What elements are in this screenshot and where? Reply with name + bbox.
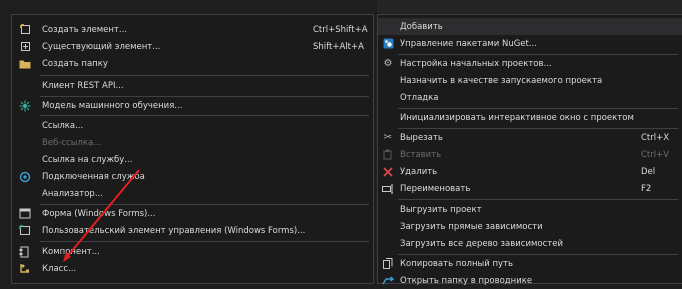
menu-item-unload-project[interactable]: Выгрузить проект (378, 201, 682, 218)
connected-service-icon (18, 170, 32, 184)
copy-path-icon (381, 257, 395, 271)
menu-item-interactive-window[interactable]: Инициализировать интерактивное окно с пр… (378, 109, 682, 126)
menu-item-label: Загрузить все дерево зависимостей (400, 238, 563, 249)
separator (40, 115, 369, 116)
menu-item-manage-nuget[interactable]: Управление пакетами NuGet... (378, 35, 682, 52)
menu-item-component[interactable]: Компонент... (12, 243, 373, 260)
menu-item-load-direct-deps[interactable]: Загрузить прямые зависимости (378, 218, 682, 235)
menu-item-service-reference[interactable]: Ссылка на службу... (12, 151, 373, 168)
menu-item-existing-item[interactable]: Существующий элемент... Shift+Alt+A (12, 38, 373, 55)
menu-item-new-item[interactable]: Создать элемент... Ctrl+Shift+A (12, 21, 373, 38)
menu-item-shortcut: Shift+Alt+A (313, 41, 364, 52)
menu-item-shortcut: F2 (641, 183, 652, 194)
separator (40, 241, 369, 242)
menu-item-add[interactable]: Добавить (378, 18, 682, 35)
menu-item-shortcut: Ctrl+Shift+A (313, 24, 368, 35)
open-folder-icon (381, 274, 395, 288)
component-icon (18, 245, 32, 259)
gear-icon: ⚙ (383, 58, 393, 69)
ml-model-icon (18, 99, 32, 113)
add-submenu: Создать элемент... Ctrl+Shift+A Существу… (11, 14, 374, 284)
menu-item-label: Добавить (400, 21, 443, 32)
nuget-icon (381, 37, 395, 51)
menu-item-label: Компонент... (42, 246, 100, 257)
menu-item-reference[interactable]: Ссылка... (12, 117, 373, 134)
menu-item-ml-model[interactable]: Модель машинного обучения... (12, 97, 373, 114)
menu-item-load-all-deps[interactable]: Загрузить все дерево зависимостей (378, 235, 682, 252)
menu-item-user-control[interactable]: Пользовательский элемент управления (Win… (12, 222, 373, 239)
menu-item-shortcut: Del (641, 166, 656, 177)
separator (40, 75, 369, 76)
menu-item-analyzer[interactable]: Анализатор... (12, 185, 373, 202)
menu-item-open-in-explorer[interactable]: Открыть папку в проводнике (378, 272, 682, 289)
project-context-menu: Добавить Управление пакетами NuGet... ⚙ … (377, 14, 682, 286)
menu-item-label: Выгрузить проект (400, 204, 482, 215)
menu-item-copy-full-path[interactable]: Копировать полный путь (378, 255, 682, 272)
folder-icon (18, 57, 32, 71)
menu-item-windows-form[interactable]: Форма (Windows Forms)... (12, 205, 373, 222)
menu-item-label: Ссылка на службу... (42, 154, 133, 165)
class-icon (18, 262, 32, 276)
menu-item-label: Открыть папку в проводнике (400, 275, 533, 286)
menu-item-connected-service[interactable]: Подключенная служба (12, 168, 373, 185)
menu-item-label: Ссылка... (42, 120, 84, 131)
menu-item-set-startup[interactable]: Назначить в качестве запускаемого проект… (378, 72, 682, 89)
menu-item-label: Инициализировать интерактивное окно с пр… (400, 112, 634, 123)
menu-item-label: Форма (Windows Forms)... (42, 208, 156, 219)
menu-item-web-reference[interactable]: Веб-ссылка... (12, 134, 373, 151)
menu-item-label: Подключенная служба (42, 171, 145, 182)
menu-item-cut[interactable]: ✂ Вырезать Ctrl+X (378, 129, 682, 146)
menu-item-label: Анализатор... (42, 188, 103, 199)
menu-item-label: Загрузить прямые зависимости (400, 221, 543, 232)
menu-item-shortcut: Ctrl+V (641, 149, 670, 160)
menu-item-debug[interactable]: Отладка (378, 89, 682, 106)
menu-item-shortcut: Ctrl+X (641, 132, 670, 143)
menu-item-label: Класс... (42, 263, 77, 274)
new-item-icon (18, 23, 32, 37)
menu-item-class[interactable]: Класс... (12, 260, 373, 277)
menu-item-label: Создать папку (42, 58, 108, 69)
menu-item-label: Копировать полный путь (400, 258, 514, 269)
user-control-icon (18, 224, 32, 238)
menu-item-rename[interactable]: Переименовать F2 (378, 180, 682, 197)
menu-item-label: Отладка (400, 92, 439, 103)
menu-item-label: Веб-ссылка... (42, 137, 102, 148)
left-gutter (0, 0, 11, 278)
top-strip (377, 0, 682, 13)
menu-item-label: Назначить в качестве запускаемого проект… (400, 75, 603, 86)
rename-icon (381, 182, 395, 196)
menu-item-delete[interactable]: Удалить Del (378, 163, 682, 180)
menu-item-label: Существующий элемент... (42, 41, 161, 52)
menu-item-label: Создать элемент... (42, 24, 127, 35)
delete-icon (381, 165, 395, 179)
existing-item-icon (18, 40, 32, 54)
form-icon (18, 207, 32, 221)
paste-icon (381, 148, 395, 162)
menu-item-label: Переименовать (400, 183, 471, 194)
menu-item-label: Удалить (400, 166, 438, 177)
menu-item-label: Клиент REST API... (42, 80, 124, 91)
menu-item-label: Настройка начальных проектов... (400, 58, 552, 69)
menu-item-paste[interactable]: Вставить Ctrl+V (378, 146, 682, 163)
menu-item-rest-api-client[interactable]: Клиент REST API... (12, 77, 373, 94)
menu-item-startup-projects[interactable]: ⚙ Настройка начальных проектов... (378, 55, 682, 72)
menu-item-label: Вставить (400, 149, 442, 160)
menu-item-label: Пользовательский элемент управления (Win… (42, 225, 306, 236)
menu-item-label: Управление пакетами NuGet... (400, 38, 537, 49)
menu-item-new-folder[interactable]: Создать папку (12, 55, 373, 72)
menu-item-label: Модель машинного обучения... (42, 100, 183, 111)
menu-item-label: Вырезать (400, 132, 443, 143)
scissors-icon: ✂ (383, 132, 393, 143)
separator (398, 199, 678, 200)
